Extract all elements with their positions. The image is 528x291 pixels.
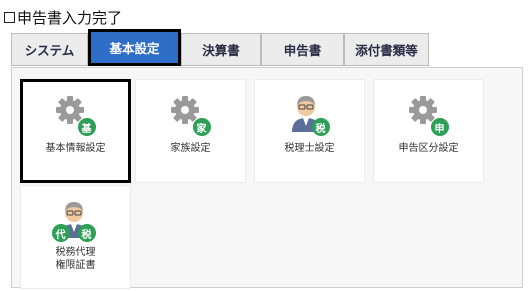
- tile-label: 税理士設定: [284, 143, 335, 154]
- tab-basic-settings[interactable]: 基本設定: [88, 29, 181, 66]
- gear-icon: 家: [169, 92, 213, 136]
- tile-label: 申告区分設定: [398, 143, 459, 154]
- tab-bar: システム 基本設定 決算書 申告書 添付書類等: [11, 29, 429, 67]
- tab-label: 申告書: [283, 43, 322, 58]
- badge-icon: 税: [77, 224, 96, 242]
- page-title: 申告書入力完了: [17, 8, 123, 27]
- person-icon: 代 税: [51, 198, 98, 242]
- tile-basic-info-settings[interactable]: 基 基本情報設定: [20, 79, 131, 183]
- tile-label: 家族設定: [170, 143, 211, 154]
- tile-tax-agent-authorization[interactable]: 代 税 税務代理 権限証書: [20, 185, 131, 289]
- tab-label: 基本設定: [109, 41, 160, 56]
- completion-checkbox[interactable]: [4, 11, 15, 23]
- badge-icon: 家: [192, 118, 211, 136]
- tile-label-line1: 税務代理: [55, 247, 96, 258]
- gear-icon: 基: [54, 92, 98, 136]
- tab-system[interactable]: システム: [11, 33, 88, 66]
- header: 申告書入力完了: [4, 6, 122, 28]
- badge-icon: 基: [77, 118, 96, 136]
- tab-label: 添付書類等: [355, 43, 418, 58]
- tab-label: システム: [24, 43, 75, 58]
- settings-panel: 基 基本情報設定 家 家族設定 税 税理士設定 申 申告区分設定 代 税 税務代…: [11, 67, 523, 289]
- person-icon: 税: [288, 92, 332, 136]
- tile-tax-accountant-settings[interactable]: 税 税理士設定: [254, 79, 365, 183]
- tile-family-settings[interactable]: 家 家族設定: [135, 79, 246, 183]
- badge-icon: 税: [311, 118, 330, 136]
- gear-icon: 申: [407, 92, 451, 136]
- badge-icon: 申: [430, 118, 449, 136]
- tile-return-category-settings[interactable]: 申 申告区分設定: [373, 79, 484, 183]
- tab-return[interactable]: 申告書: [261, 33, 344, 66]
- tab-financial-statements[interactable]: 決算書: [181, 33, 261, 66]
- tab-label: 決算書: [202, 43, 240, 58]
- tile-label: 基本情報設定: [45, 143, 106, 154]
- tab-attachments[interactable]: 添付書類等: [344, 33, 429, 66]
- badge-icon: 代: [51, 224, 70, 242]
- tile-label-line2: 権限証書: [55, 260, 96, 271]
